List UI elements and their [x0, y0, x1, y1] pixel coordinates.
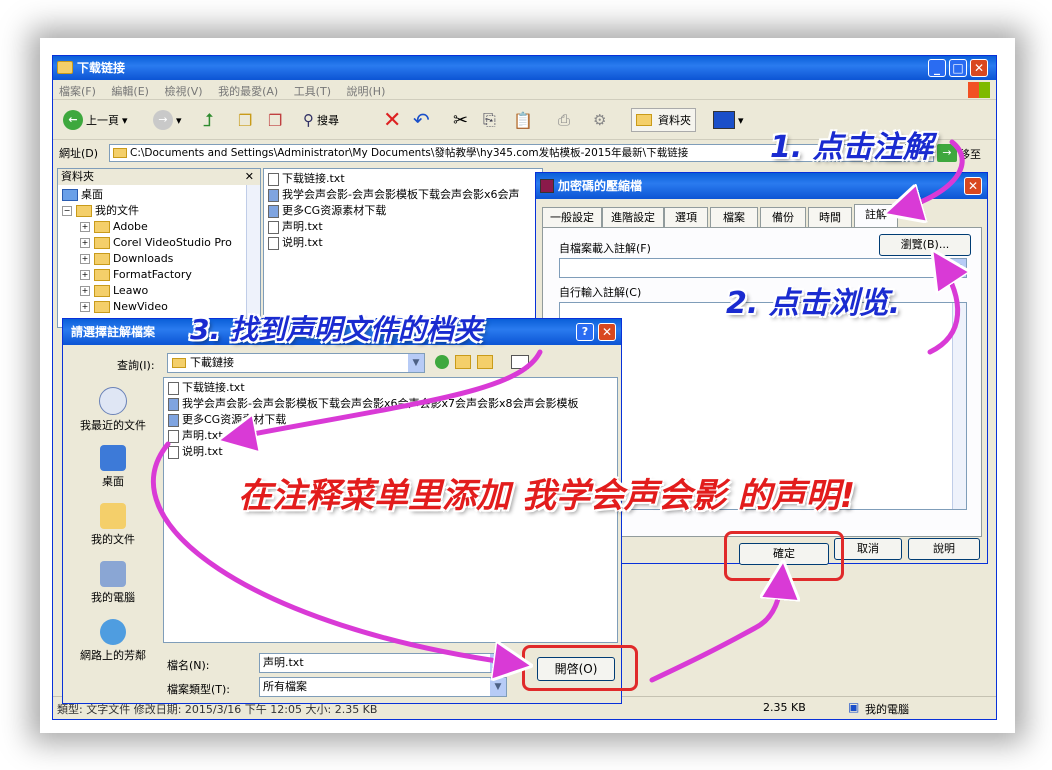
annotation-caption: 在注释菜单里添加 我学会声会影 的声明! — [238, 476, 856, 516]
arrow-to-file — [232, 349, 543, 438]
arrow-to-ok — [649, 575, 782, 683]
annotation-step-3: 3. 找到声明文件的档夹 — [190, 313, 482, 346]
annotation-arrows — [150, 139, 1052, 770]
annotation-step-2: 2. 点击浏览. — [726, 286, 901, 321]
arrow-to-browse — [927, 262, 958, 355]
annotation-step-1: 1. 点击注解 — [770, 130, 933, 165]
